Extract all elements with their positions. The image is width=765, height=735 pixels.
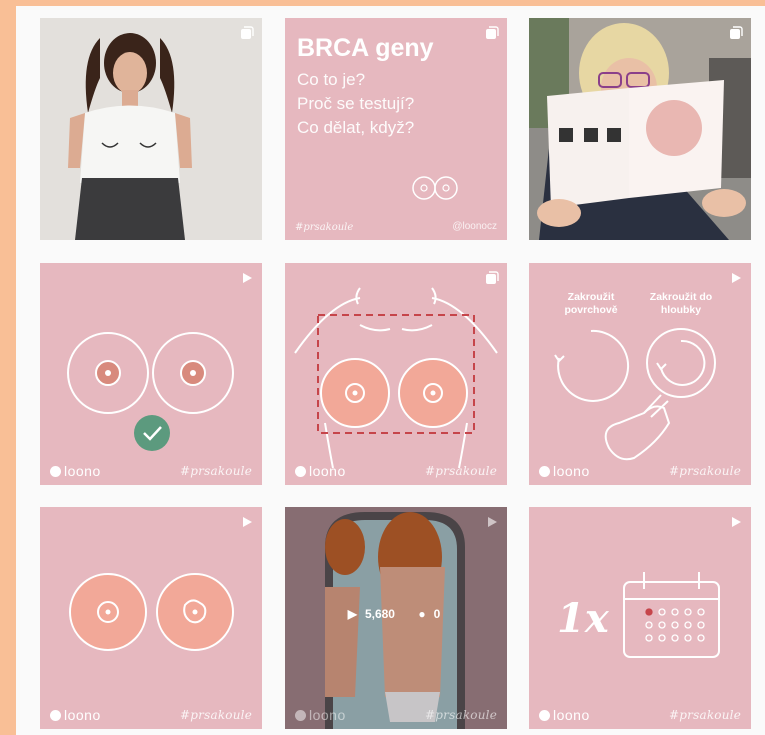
breasts-check-illustration [67,332,234,451]
post-tile-2[interactable]: BRCA geny Co to je? Proč se testují? Co … [285,18,507,240]
hashtag: #prsakoule [180,464,252,478]
breasts-mini-icon [412,176,458,200]
video-icon [488,517,497,527]
video-icon [243,517,252,527]
photo-woman-brochure [529,18,751,240]
post-tile-7[interactable]: loono #prsakoule [40,507,262,729]
carousel-icon [730,26,743,39]
post-grid: BRCA geny Co to je? Proč se testují? Co … [16,6,765,735]
video-icon [732,273,741,283]
hashtag: #prsakoule [425,464,497,478]
hover-stats: ▶ 5,680 ● 0 [285,607,507,621]
loono-logo: loono [295,463,346,479]
post-tile-6[interactable]: Zakroužit povrchově Zakroužit do hloubky… [529,263,751,485]
loono-logo: loono [295,707,346,723]
loono-logo: loono [539,707,590,723]
hashtag: #prsakoule [425,708,497,722]
brca-line-2: Proč se testují? [297,94,415,113]
breasts-area-illustration [294,287,498,469]
label-surface: Zakroužit povrchově [564,291,618,316]
breast-change-illustration [69,573,234,651]
carousel-icon [486,26,499,39]
loono-logo: loono [539,463,590,479]
comments-stat: ● 0 [418,607,441,621]
post-tile-3[interactable] [529,18,751,240]
brca-line-3: Co dělat, když? [297,118,415,137]
hashtag: #prsakoule [180,708,252,722]
post-tile-1[interactable] [40,18,262,240]
brca-line-1: Co to je? [297,70,366,89]
post-tile-4[interactable]: loono #prsakoule [40,263,262,485]
plays-stat: ▶ 5,680 [347,607,395,621]
hashtag: #prsakoule [669,708,741,722]
photo-woman-tshirt [40,18,262,240]
hashtag: #prsakoule [669,464,741,478]
post-tile-9[interactable]: 1x loono #prsakoule [529,507,751,729]
label-deep: Zakroužit do hloubky [649,291,713,316]
loono-logo: loono [50,463,101,479]
loono-logo: loono [50,707,101,723]
count-label: 1x [557,595,609,642]
brca-title: BRCA geny [297,34,434,62]
post-tile-8[interactable]: ▶ 5,680 ● 0 loono #prsakoule [285,507,507,729]
carousel-icon [486,271,499,284]
hashtag: #prsakoule [295,222,354,233]
video-icon [243,273,252,283]
post-tile-5[interactable]: loono #prsakoule [285,263,507,485]
carousel-icon [241,26,254,39]
handle: @loonocz [452,221,497,232]
video-icon [732,517,741,527]
